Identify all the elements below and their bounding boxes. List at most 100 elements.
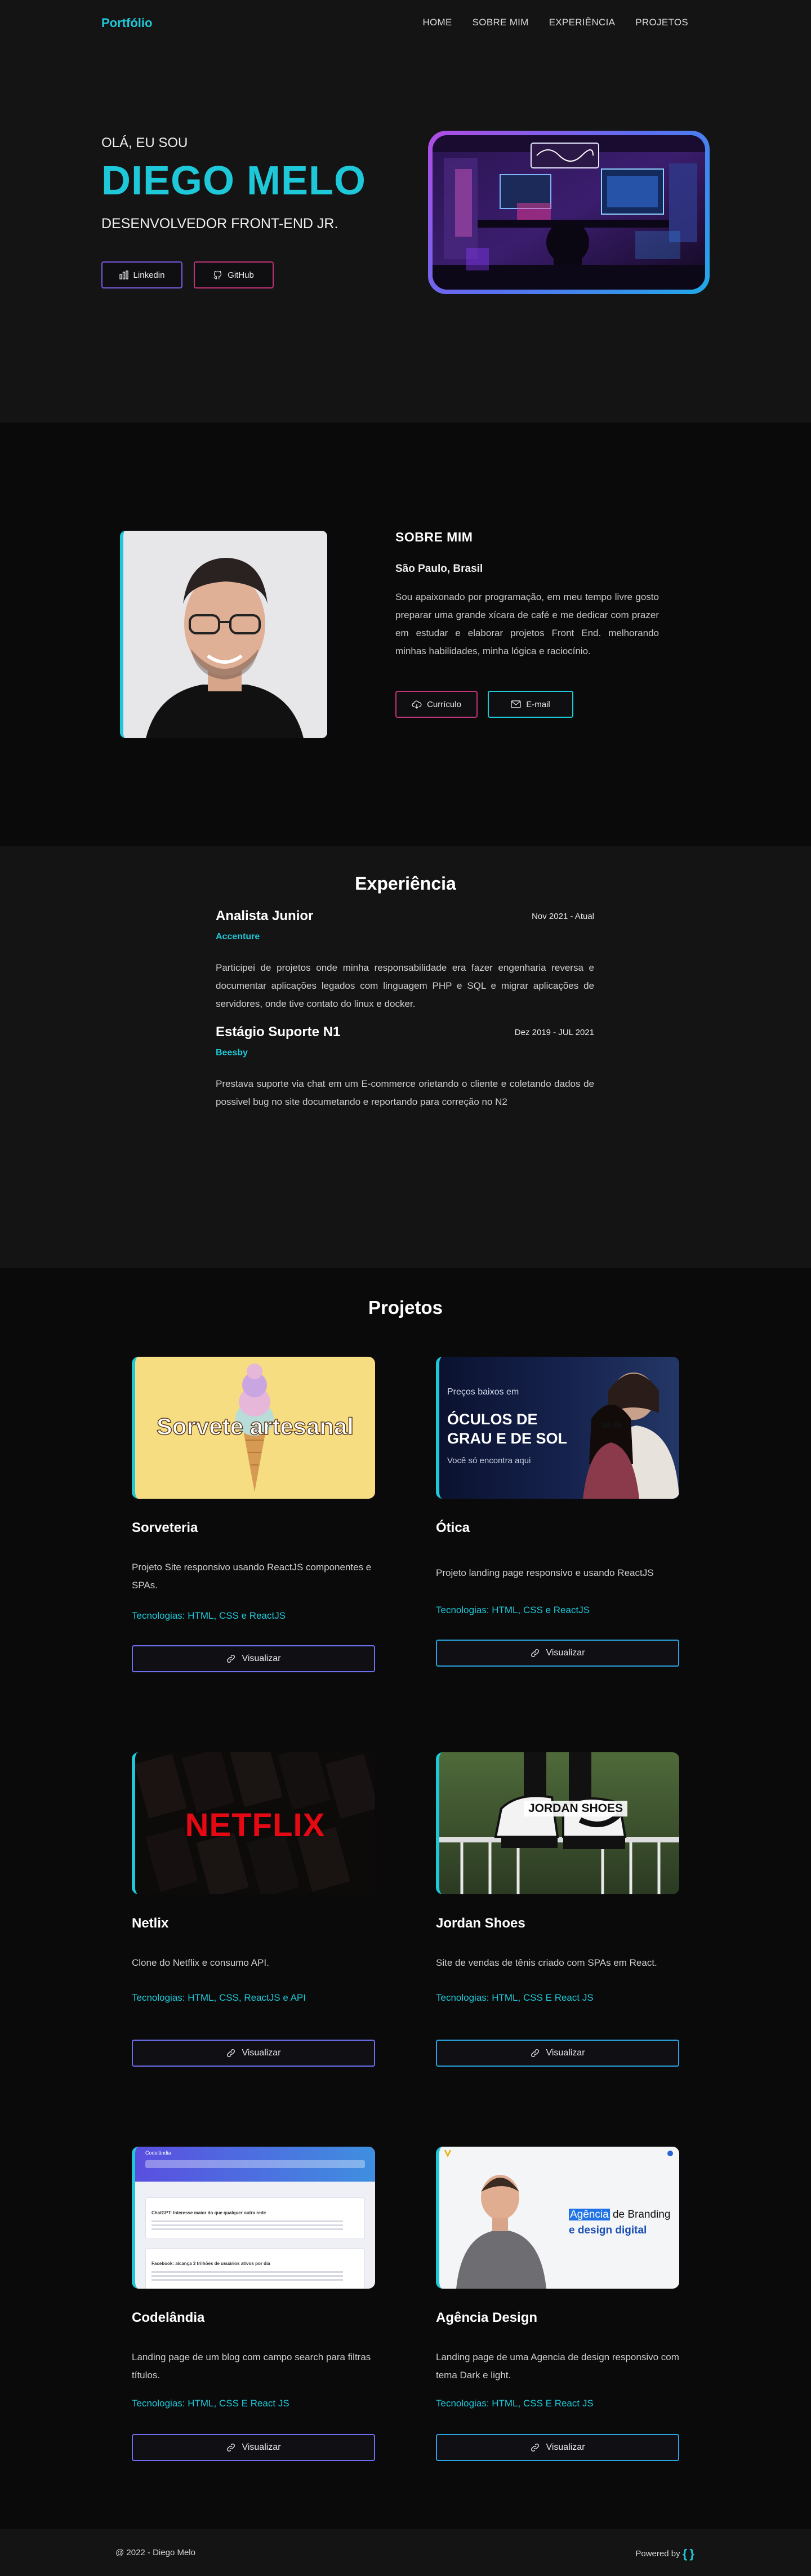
nav-link-home[interactable]: HOME <box>422 17 452 28</box>
project-card: Agência de Branding e design digital Agê… <box>436 2147 679 2461</box>
project-description: Clone do Netflix e consumo API. <box>132 1957 269 1968</box>
experience-item: Analista Junior Nov 2021 - Atual Accentu… <box>216 908 594 1013</box>
project-tech: Tecnologias: HTML, CSS e ReactJS <box>436 1605 590 1615</box>
link-icon <box>530 2048 540 2058</box>
thumbnail-post-lines <box>151 2271 343 2273</box>
view-project-label: Visualizar <box>242 1654 281 1663</box>
project-thumbnail[interactable]: Agência de Branding e design digital <box>436 2147 679 2289</box>
project-title: Ótica <box>436 1520 470 1535</box>
thumbnail-small-text: Preços baixos em <box>447 1387 519 1397</box>
view-project-button[interactable]: Visualizar <box>436 2434 679 2461</box>
projects-title: Projetos <box>368 1297 443 1318</box>
bar-chart-icon <box>119 270 128 279</box>
thumbnail-subline: e design digital <box>569 2224 647 2236</box>
github-icon <box>213 270 222 279</box>
project-title: Netlix <box>132 1916 169 1931</box>
job-description: Prestava suporte via chat em um E-commer… <box>216 1078 594 1107</box>
link-icon <box>226 1654 236 1664</box>
linkedin-label: Linkedin <box>133 270 165 280</box>
project-thumbnail[interactable]: Preços baixos em ÓCULOS DE GRAU E DE SOL… <box>436 1357 679 1499</box>
top-navbar: Portfólio HOME SOBRE MIM EXPERIÊNCIA PRO… <box>0 0 811 45</box>
project-tech: Tecnologias: HTML, CSS e ReactJS <box>132 1610 286 1621</box>
project-card: NETFLIX Netlix Clone do Netflix e consum… <box>132 1752 375 2067</box>
job-description: Participei de projetos onde minha respon… <box>216 962 594 1009</box>
hero-image-frame <box>428 131 710 294</box>
project-description: Landing page de uma Agencia de design re… <box>436 2352 679 2380</box>
view-project-label: Visualizar <box>242 2442 281 2452</box>
thumbnail-post: Facebook: alcança 3 trilhões de usuários… <box>145 2248 365 2289</box>
project-title: Codelândia <box>132 2310 205 2325</box>
job-date: Dez 2019 - JUL 2021 <box>514 1028 594 1037</box>
project-thumbnail[interactable]: JORDAN SHOES <box>436 1752 679 1894</box>
view-project-button[interactable]: Visualizar <box>436 2040 679 2067</box>
about-section: SOBRE MIM São Paulo, Brasil Sou apaixona… <box>0 423 811 846</box>
thumbnail-title: Sorvete artesanal <box>156 1413 354 1440</box>
view-project-label: Visualizar <box>242 2048 281 2058</box>
experience-item: Estágio Suporte N1 Dez 2019 - JUL 2021 B… <box>216 1024 594 1111</box>
view-project-button[interactable]: Visualizar <box>132 2040 375 2067</box>
job-company: Beesby <box>216 1048 248 1058</box>
about-title: SOBRE MIM <box>395 530 473 544</box>
view-project-button[interactable]: Visualizar <box>132 2434 375 2461</box>
thumbnail-title: JORDAN SHOES <box>524 1801 628 1816</box>
github-label: GitHub <box>228 270 254 280</box>
link-icon <box>530 2442 540 2453</box>
thumbnail-brand: Codelândia <box>145 2150 171 2156</box>
job-company: Accenture <box>216 932 260 941</box>
view-project-label: Visualizar <box>546 1648 585 1658</box>
view-project-button[interactable]: Visualizar <box>132 1645 375 1672</box>
mail-icon <box>511 700 521 708</box>
project-thumbnail[interactable]: Codelândia ChatGPT: Interesse maior do q… <box>132 2147 375 2289</box>
logo[interactable]: Portfólio <box>101 16 152 30</box>
job-date: Nov 2021 - Atual <box>532 912 594 921</box>
nav-link-experience[interactable]: EXPERIÊNCIA <box>549 17 616 28</box>
thumbnail-tag: Você só encontra aqui <box>447 1456 531 1465</box>
projects-section: Projetos Sorvete artesanal Sorveteria Pr… <box>0 1268 811 2529</box>
experience-title: Experiência <box>355 873 456 894</box>
thumbnail-headline-rest: de Branding <box>609 2209 671 2220</box>
link-icon <box>530 1648 540 1658</box>
linkedin-button[interactable]: Linkedin <box>101 261 182 288</box>
cloud-download-icon <box>412 700 422 709</box>
project-title: Sorveteria <box>132 1520 198 1535</box>
thumbnail-post: ChatGPT: Interesse maior do que qualquer… <box>145 2197 365 2239</box>
profile-photo <box>120 531 327 738</box>
view-project-label: Visualizar <box>546 2442 585 2452</box>
thumbnail-big-text-2: GRAU E DE SOL <box>447 1430 568 1447</box>
project-tech: Tecnologias: HTML, CSS E React JS <box>436 1992 594 2003</box>
project-thumbnail[interactable]: Sorvete artesanal <box>132 1357 375 1499</box>
email-button[interactable]: E-mail <box>488 691 573 718</box>
thumbnail-header: Codelândia <box>135 2147 375 2182</box>
view-project-button[interactable]: Visualizar <box>436 1640 679 1667</box>
hero-name: DIEGO MELO <box>101 158 367 203</box>
hero-greeting: OLÁ, EU SOU <box>101 135 188 150</box>
footer-copyright: @ 2022 - Diego Melo <box>115 2548 195 2557</box>
thumbnail-search <box>145 2160 365 2168</box>
project-description: Projeto landing page responsivo e usando… <box>436 1567 654 1578</box>
project-card: Preços baixos em ÓCULOS DE GRAU E DE SOL… <box>436 1357 679 1667</box>
thumbnail-headline: Agência de Branding <box>569 2209 670 2221</box>
thumbnail-post-lines <box>151 2220 343 2222</box>
github-button[interactable]: GitHub <box>194 261 274 288</box>
project-tech: Tecnologias: HTML, CSS E React JS <box>436 2398 594 2409</box>
nav-links: HOME SOBRE MIM EXPERIÊNCIA PROJETOS <box>422 17 688 28</box>
experience-section: Experiência Analista Junior Nov 2021 - A… <box>0 846 811 1268</box>
project-description: Site de vendas de tênis criado com SPAs … <box>436 1957 657 1968</box>
nav-link-about[interactable]: SOBRE MIM <box>473 17 529 28</box>
project-tech: Tecnologias: HTML, CSS, ReactJS e API <box>132 1992 306 2003</box>
project-title: Jordan Shoes <box>436 1916 525 1931</box>
resume-button[interactable]: Currículo <box>395 691 478 718</box>
hero-role: DESENVOLVEDOR FRONT-END JR. <box>101 216 338 232</box>
project-title: Agência Design <box>436 2310 538 2325</box>
project-card: Sorvete artesanal Sorveteria Projeto Sit… <box>132 1357 375 1672</box>
view-project-label: Visualizar <box>546 2048 585 2058</box>
link-icon <box>226 2048 236 2058</box>
footer: @ 2022 - Diego Melo Powered by { } <box>0 2529 811 2576</box>
thumbnail-post-title: ChatGPT: Interesse maior do que qualquer… <box>151 2210 266 2215</box>
email-label: E-mail <box>526 699 550 709</box>
about-description: Sou apaixonado por programação, em meu t… <box>395 592 659 656</box>
nav-link-projects[interactable]: PROJETOS <box>635 17 688 28</box>
project-description: Landing page de um blog com campo search… <box>132 2352 371 2380</box>
thumbnail-logo-text: NETFLIX <box>185 1807 326 1844</box>
project-thumbnail[interactable]: NETFLIX <box>132 1752 375 1894</box>
